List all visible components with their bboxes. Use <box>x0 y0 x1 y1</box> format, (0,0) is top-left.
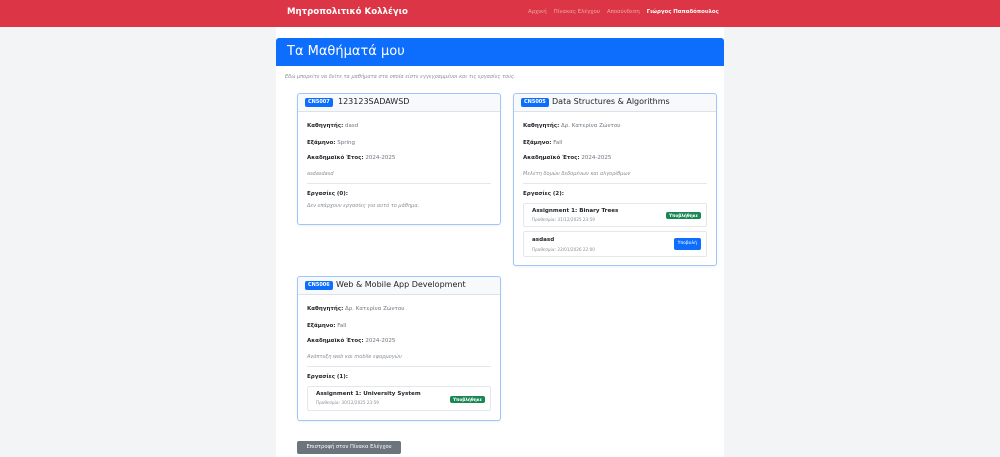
nav-user-name: Γιώργος Παπαδόπουλος <box>646 9 719 15</box>
course-title: Data Structures & Algorithms <box>552 97 670 106</box>
semester-value: Spring <box>337 140 355 146</box>
academic-year-field: Ακαδημαϊκό Έτος: 2024-2025 <box>307 155 395 161</box>
instructor-field: Καθηγητής: Δρ. Κατερίνα Ζώντου <box>523 123 620 129</box>
assignment-title: asdasd <box>532 237 555 243</box>
nav-link-home[interactable]: Αρχική <box>528 9 547 15</box>
academic-year-label: Ακαδημαϊκό Έτος: <box>307 155 364 161</box>
no-assignments-text: Δεν υπάρχουν εργασίες για αυτό το μάθημα… <box>307 203 420 209</box>
course-card-cn5005: CN5005 Data Structures & Algorithms Καθη… <box>513 93 717 266</box>
academic-year-field: Ακαδημαϊκό Έτος: 2024-2025 <box>307 338 395 344</box>
assignment-title: Assignment 1: University System <box>316 391 421 397</box>
assignments-label: Εργασίες (2): <box>523 191 564 197</box>
submit-assignment-button[interactable]: Υποβολή <box>673 238 701 250</box>
course-card-header: CN5006 Web & Mobile App Development <box>298 277 500 295</box>
divider <box>307 183 491 184</box>
semester-field: Εξάμηνο: Fall <box>307 323 346 329</box>
nav-links: Αρχική Πίνακας Ελέγχου Αποσύνδεση Γιώργο… <box>528 9 719 15</box>
assignment-item: Assignment 1: University System Προθεσμί… <box>307 386 491 411</box>
academic-year-value: 2024-2025 <box>581 155 612 161</box>
course-card-header: CN5007 123123SADAWSD <box>298 94 500 112</box>
page-header: Τα Μαθήματά μου <box>276 38 724 66</box>
assignment-item: asdasd Προθεσμία: 22/01/2026 22:00 Υποβο… <box>523 231 707 257</box>
semester-value: Fall <box>337 323 347 329</box>
divider <box>307 366 491 367</box>
course-title: 123123SADAWSD <box>338 97 410 106</box>
page-title: Τα Μαθήματά μου <box>287 44 405 59</box>
course-card-cn5006: CN5006 Web & Mobile App Development Καθη… <box>297 276 501 421</box>
instructor-field: Καθηγητής: dasd <box>307 123 358 129</box>
semester-field: Εξάμηνο: Fall <box>523 140 562 146</box>
back-to-dashboard-button[interactable]: Επιστροφή στον Πίνακα Ελέγχου <box>297 441 401 454</box>
assignment-due: Προθεσμία: 30/12/2025 23:59 <box>316 400 379 405</box>
academic-year-field: Ακαδημαϊκό Έτος: 2024-2025 <box>523 155 611 161</box>
instructor-value: Δρ. Κατερίνα Ζώντου <box>345 306 405 312</box>
course-description: asdasdasd <box>307 171 334 177</box>
academic-year-value: 2024-2025 <box>365 155 396 161</box>
assignment-item: Assignment 1: Binary Trees Προθεσμία: 31… <box>523 203 707 227</box>
assignments-label: Εργασίες (0): <box>307 191 348 197</box>
instructor-label: Καθηγητής: <box>307 123 344 129</box>
course-description: Ανάπτυξη web και mobile εφαρμογών <box>307 354 402 360</box>
instructor-field: Καθηγητής: Δρ. Κατερίνα Ζώντου <box>307 306 404 312</box>
navbar: Μητροπολιτικό Κολλέγιο Αρχική Πίνακας Ελ… <box>0 0 1000 27</box>
semester-label: Εξάμηνο: <box>307 140 336 146</box>
nav-link-logout[interactable]: Αποσύνδεση <box>607 9 640 15</box>
course-code-badge: CN5007 <box>305 98 333 107</box>
academic-year-value: 2024-2025 <box>365 338 396 344</box>
status-badge: Υποβλήθηκε <box>449 396 485 403</box>
brand-logo[interactable]: Μητροπολιτικό Κολλέγιο <box>287 7 408 17</box>
course-description: Μελέτη δομών δεδομένων και αλγορίθμων <box>523 171 631 177</box>
course-code-badge: CN5006 <box>305 281 333 290</box>
course-card-cn5007: CN5007 123123SADAWSD Καθηγητής: dasd Εξά… <box>297 93 501 225</box>
semester-label: Εξάμηνο: <box>523 140 552 146</box>
status-badge: Υποβλήθηκε <box>665 212 701 219</box>
instructor-label: Καθηγητής: <box>307 306 344 312</box>
academic-year-label: Ακαδημαϊκό Έτος: <box>307 338 364 344</box>
nav-link-dashboard[interactable]: Πίνακας Ελέγχου <box>554 9 600 15</box>
instructor-label: Καθηγητής: <box>523 123 560 129</box>
course-card-header: CN5005 Data Structures & Algorithms <box>514 94 716 112</box>
semester-label: Εξάμηνο: <box>307 323 336 329</box>
semester-field: Εξάμηνο: Spring <box>307 140 355 146</box>
semester-value: Fall <box>553 140 563 146</box>
course-code-badge: CN5005 <box>521 98 549 107</box>
course-title: Web & Mobile App Development <box>336 280 466 289</box>
assignments-label: Εργασίες (1): <box>307 374 348 380</box>
page-intro: Εδώ μπορείτε να δείτε τα μαθήματα στα οπ… <box>285 74 516 80</box>
academic-year-label: Ακαδημαϊκό Έτος: <box>523 155 580 161</box>
instructor-value: Δρ. Κατερίνα Ζώντου <box>561 123 621 129</box>
divider <box>523 183 707 184</box>
assignment-due: Προθεσμία: 31/12/2025 23:59 <box>532 217 595 222</box>
assignment-title: Assignment 1: Binary Trees <box>532 208 619 214</box>
assignment-due: Προθεσμία: 22/01/2026 22:00 <box>532 247 595 252</box>
instructor-value: dasd <box>345 123 359 129</box>
